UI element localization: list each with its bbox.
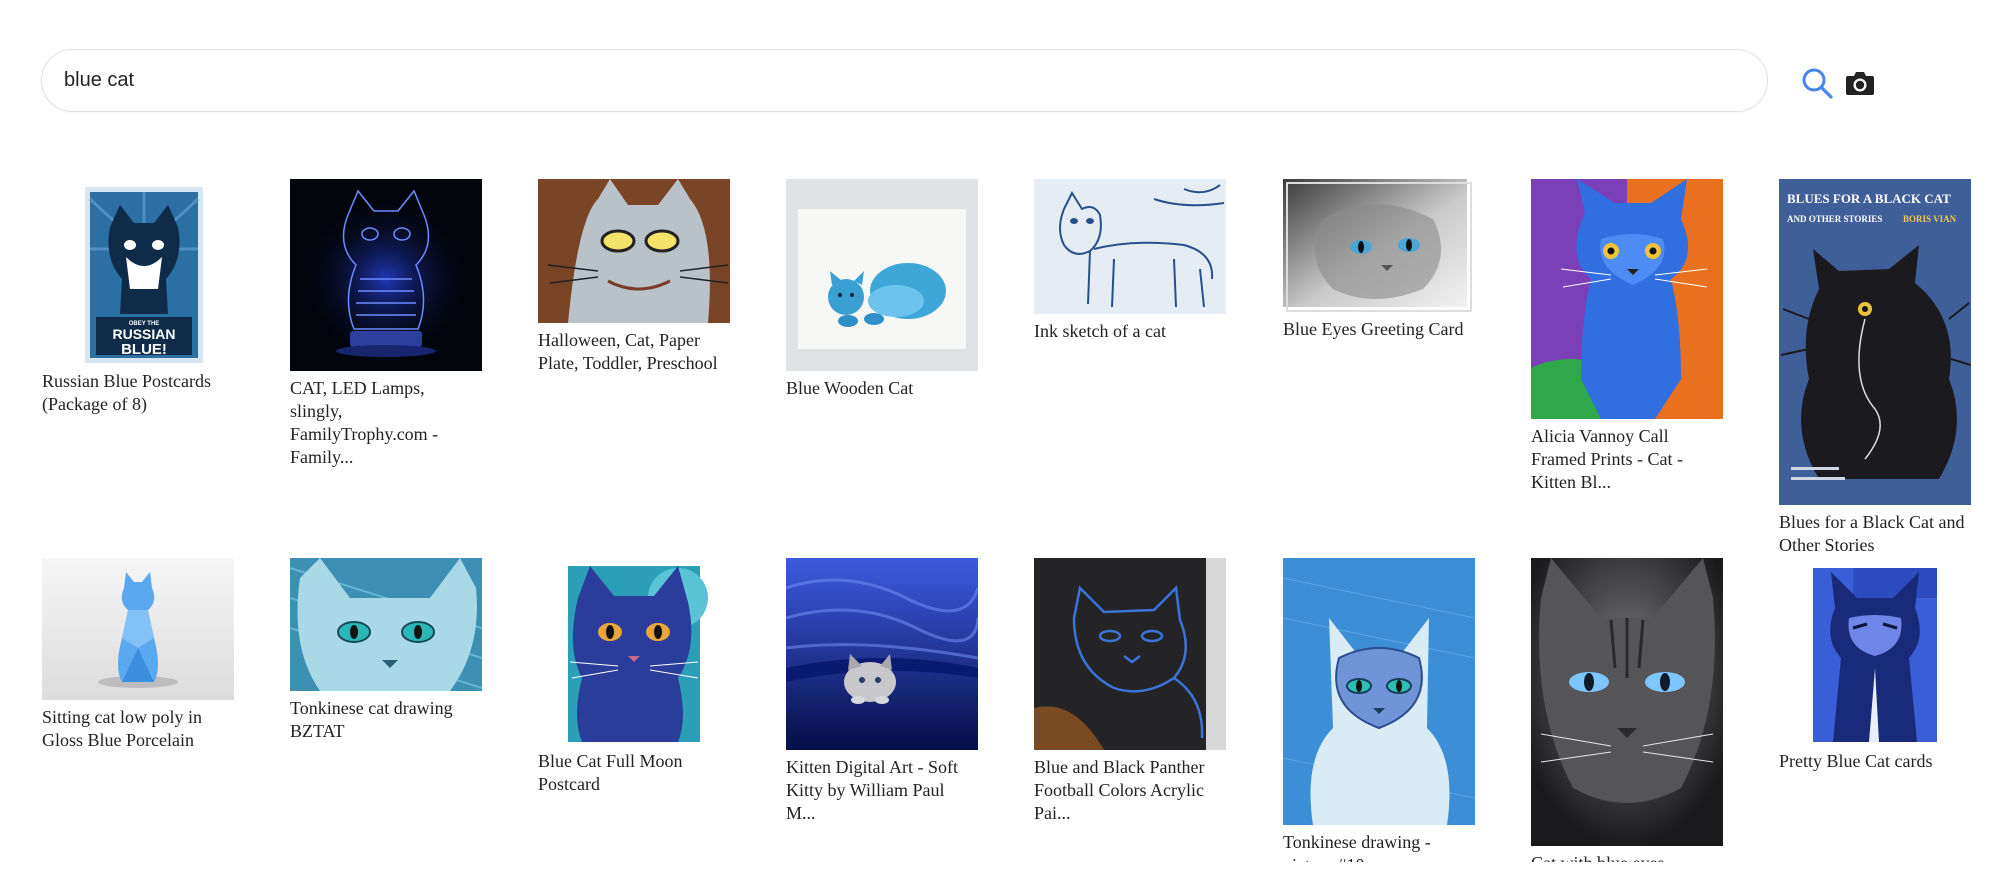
book-author-text: BORIS VIAN bbox=[1903, 214, 1957, 224]
result-tile[interactable]: Alicia Vannoy Call Framed Prints - Cat -… bbox=[1531, 179, 1723, 494]
book-title-text: BLUES FOR A BLACK CAT bbox=[1787, 191, 1951, 206]
result-tile[interactable]: Sitting cat low poly in Gloss Blue Porce… bbox=[42, 558, 234, 752]
result-image-ink-sketch[interactable] bbox=[1034, 179, 1226, 314]
image-results-grid: OBEY THE RUSSIAN BLUE! Russian Blue Post… bbox=[0, 0, 1993, 882]
result-image-low-poly-cat[interactable] bbox=[42, 558, 234, 700]
result-caption[interactable]: CAT, LED Lamps, slingly, FamilyTrophy.co… bbox=[290, 377, 480, 469]
result-image-panther-painting[interactable] bbox=[1034, 558, 1226, 750]
result-image-blue-wooden-cat[interactable] bbox=[786, 179, 978, 371]
result-tile[interactable]: Blue Cat Full Moon Postcard bbox=[538, 558, 730, 796]
result-image-book-cover[interactable]: BLUES FOR A BLACK CAT AND OTHER STORIES … bbox=[1779, 179, 1971, 505]
poster-text-blue: BLUE! bbox=[121, 341, 167, 358]
result-caption[interactable]: Pretty Blue Cat cards bbox=[1779, 750, 1969, 773]
result-caption[interactable]: Halloween, Cat, Paper Plate, Toddler, Pr… bbox=[538, 329, 728, 375]
result-caption[interactable]: Alicia Vannoy Call Framed Prints - Cat -… bbox=[1531, 425, 1721, 494]
result-tile[interactable]: BLUES FOR A BLACK CAT AND OTHER STORIES … bbox=[1779, 179, 1971, 557]
result-caption[interactable]: Sitting cat low poly in Gloss Blue Porce… bbox=[42, 706, 232, 752]
result-image-blue-eyes-card[interactable] bbox=[1283, 179, 1475, 312]
result-tile[interactable]: OBEY THE RUSSIAN BLUE! Russian Blue Post… bbox=[42, 179, 234, 416]
result-tile[interactable]: Tonkinese drawing - picture #10 bbox=[1283, 558, 1475, 877]
viewport-bottom-edge bbox=[0, 862, 1993, 882]
result-tile[interactable]: Kitten Digital Art - Soft Kitty by Willi… bbox=[786, 558, 978, 825]
result-caption[interactable]: Blue Eyes Greeting Card bbox=[1283, 318, 1473, 341]
result-caption[interactable]: Blues for a Black Cat and Other Stories bbox=[1779, 511, 1969, 557]
result-image-cat-blue-eyes[interactable] bbox=[1531, 558, 1723, 846]
result-image-led-lamp[interactable] bbox=[290, 179, 482, 371]
result-caption[interactable]: Blue Wooden Cat bbox=[786, 377, 976, 400]
result-image-tonkinese-drawing[interactable] bbox=[290, 558, 482, 691]
result-tile[interactable]: Pretty Blue Cat cards bbox=[1779, 558, 1971, 773]
result-image-paper-plate-cat[interactable] bbox=[538, 179, 730, 323]
result-tile[interactable]: CAT, LED Lamps, slingly, FamilyTrophy.co… bbox=[290, 179, 482, 469]
result-image-russian-blue-poster[interactable]: OBEY THE RUSSIAN BLUE! bbox=[42, 179, 234, 364]
book-subtitle-text: AND OTHER STORIES bbox=[1787, 214, 1882, 224]
result-tile[interactable]: Halloween, Cat, Paper Plate, Toddler, Pr… bbox=[538, 179, 730, 375]
result-image-pretty-blue-cat[interactable] bbox=[1779, 558, 1971, 744]
result-tile[interactable]: Blue and Black Panther Football Colors A… bbox=[1034, 558, 1226, 825]
result-caption[interactable]: Ink sketch of a cat bbox=[1034, 320, 1224, 343]
result-image-kitten-digital-art[interactable] bbox=[786, 558, 978, 750]
poster-text-russian: RUSSIAN bbox=[112, 326, 175, 342]
result-tile[interactable]: Blue Eyes Greeting Card bbox=[1283, 179, 1475, 341]
result-caption[interactable]: Blue Cat Full Moon Postcard bbox=[538, 750, 728, 796]
result-caption[interactable]: Russian Blue Postcards (Package of 8) bbox=[42, 370, 232, 416]
result-image-tonkinese-picture[interactable] bbox=[1283, 558, 1475, 825]
result-caption[interactable]: Blue and Black Panther Football Colors A… bbox=[1034, 756, 1224, 825]
result-caption[interactable]: Tonkinese cat drawing BZTAT bbox=[290, 697, 480, 743]
result-image-alicia-vannoy-cat[interactable] bbox=[1531, 179, 1723, 419]
result-image-full-moon-cat[interactable] bbox=[538, 558, 730, 744]
result-tile[interactable]: Cat with blue eyes bbox=[1531, 558, 1723, 875]
result-tile[interactable]: Tonkinese cat drawing BZTAT bbox=[290, 558, 482, 743]
result-tile[interactable]: Ink sketch of a cat bbox=[1034, 179, 1226, 343]
result-tile[interactable]: Blue Wooden Cat bbox=[786, 179, 978, 400]
result-caption[interactable]: Kitten Digital Art - Soft Kitty by Willi… bbox=[786, 756, 976, 825]
